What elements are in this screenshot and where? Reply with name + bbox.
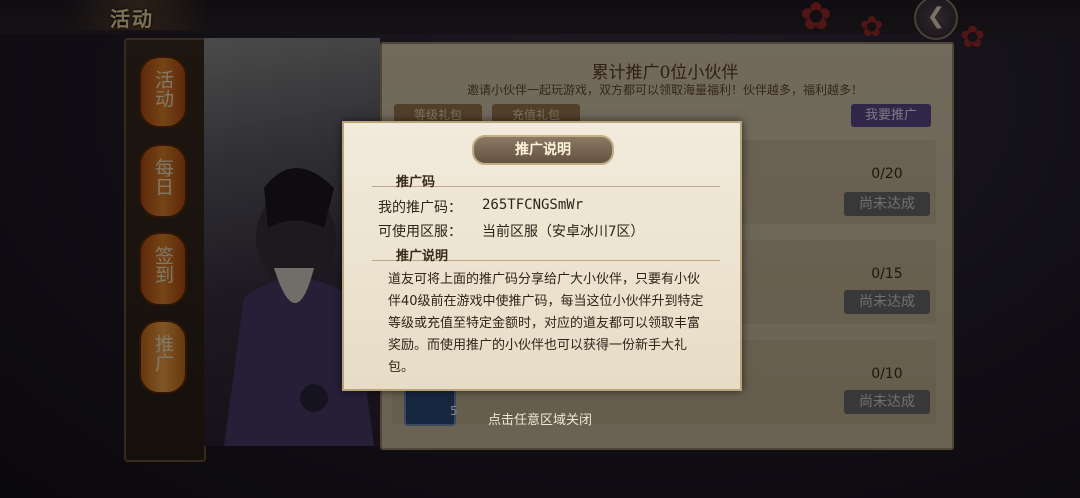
server-value: 当前区服（安卓冰川7区） xyxy=(482,224,645,240)
desc-section-title: 推广说明 xyxy=(396,249,449,264)
server-label: 可使用区服： xyxy=(378,224,462,240)
close-hint: 点击任意区域关闭 xyxy=(488,413,593,428)
dialog-title: 推广说明 xyxy=(472,135,614,165)
code-label: 我的推广码： xyxy=(378,200,462,216)
promotion-description: 道友可将上面的推广码分享给广大小伙伴，只要有小伙伴40级前在游戏中使推广码，每当… xyxy=(388,272,704,375)
code-section-title: 推广码 xyxy=(396,175,436,190)
promo-code-value[interactable]: 265TFCNGSmWr xyxy=(482,197,583,213)
